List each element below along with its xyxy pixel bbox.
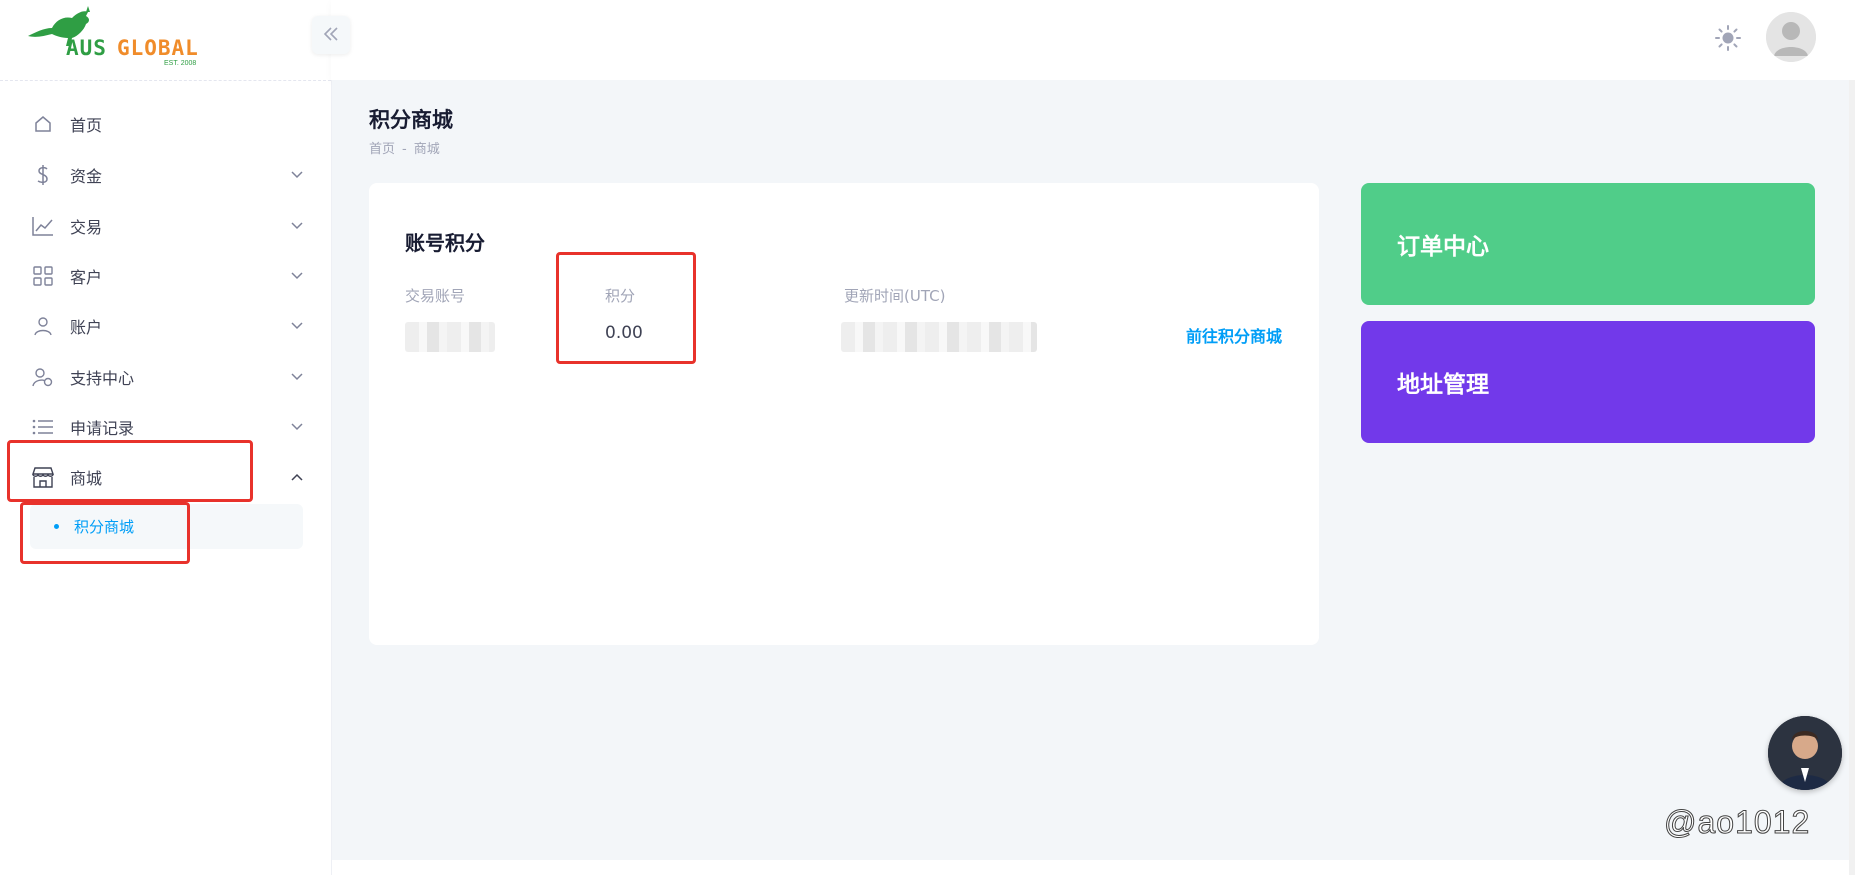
- support-agent-avatar[interactable]: [1768, 716, 1842, 790]
- sidebar: AUS GLOBAL EST. 2008 首页 资金 交易 客户 账户 支持中心…: [0, 0, 332, 875]
- address-management-tile[interactable]: 地址管理: [1361, 321, 1815, 443]
- chevron-down-icon: [288, 317, 306, 335]
- breadcrumb: 首页 - 商城: [369, 138, 440, 157]
- grid-icon: [30, 263, 56, 289]
- breadcrumb-separator: -: [402, 142, 407, 157]
- order-center-label: 订单中心: [1397, 234, 1489, 260]
- sidebar-item-trade[interactable]: 交易: [30, 208, 306, 244]
- sidebar-item-label: 首页: [70, 116, 103, 135]
- order-center-tile[interactable]: 订单中心: [1361, 183, 1815, 305]
- col-header-updated: 更新时间(UTC): [844, 287, 946, 305]
- highlight-box-points-mall: [20, 502, 190, 564]
- sidebar-item-home[interactable]: 首页: [30, 106, 306, 142]
- breadcrumb-home[interactable]: 首页: [369, 142, 395, 157]
- list-icon: [30, 414, 56, 440]
- home-icon: [30, 111, 56, 137]
- brand-name-part1: AUS: [66, 36, 107, 60]
- top-header: [331, 0, 1855, 80]
- sidebar-item-label: 支持中心: [70, 369, 135, 388]
- points-card: 账号积分 交易账号 积分 更新时间(UTC) 0.00 前往积分商城: [369, 183, 1319, 645]
- page-scrollbar[interactable]: [1849, 80, 1855, 875]
- highlight-box-points: [556, 252, 696, 364]
- account-number-redacted: [405, 322, 495, 352]
- updated-time-redacted: [841, 322, 1037, 352]
- chart-line-icon: [30, 213, 56, 239]
- watermark: @ao1012: [1663, 804, 1811, 841]
- col-header-account: 交易账号: [405, 287, 466, 305]
- chevron-up-icon: [288, 468, 306, 486]
- user-settings-icon: [30, 364, 56, 390]
- sidebar-item-account[interactable]: 账户: [30, 308, 306, 344]
- sidebar-item-label: 交易: [70, 218, 103, 237]
- sidebar-item-label: 客户: [70, 268, 103, 287]
- sidebar-item-clients[interactable]: 客户: [30, 258, 306, 294]
- chevron-down-icon: [288, 166, 306, 184]
- logo-area: AUS GLOBAL EST. 2008: [0, 0, 331, 81]
- chevron-down-icon: [288, 368, 306, 386]
- breadcrumb-current: 商城: [413, 142, 440, 157]
- brand-name-part2: GLOBAL: [116, 36, 199, 60]
- double-chevron-left-icon: [323, 26, 339, 45]
- goto-points-mall-link[interactable]: 前往积分商城: [1186, 323, 1282, 347]
- brand-name[interactable]: AUS GLOBAL: [66, 36, 199, 60]
- sidebar-item-label: 申请记录: [70, 419, 135, 438]
- sun-theme-toggle-icon[interactable]: [1714, 24, 1742, 52]
- sidebar-item-support[interactable]: 支持中心: [30, 359, 306, 395]
- chevron-down-icon: [288, 418, 306, 436]
- highlight-box-mall: [7, 440, 253, 502]
- user-icon: [30, 313, 56, 339]
- sidebar-item-label: 资金: [70, 167, 103, 186]
- address-management-label: 地址管理: [1397, 372, 1489, 398]
- page-title: 积分商城: [369, 108, 453, 132]
- dollar-icon: [30, 162, 56, 188]
- sidebar-item-funds[interactable]: 资金: [30, 157, 306, 193]
- chevron-down-icon: [288, 217, 306, 235]
- sidebar-item-label: 账户: [70, 318, 103, 337]
- points-card-title: 账号积分: [405, 231, 485, 255]
- brand-est: EST. 2008: [164, 60, 197, 67]
- user-avatar[interactable]: [1766, 12, 1816, 62]
- chevron-down-icon: [288, 267, 306, 285]
- sidebar-collapse-button[interactable]: [312, 16, 350, 54]
